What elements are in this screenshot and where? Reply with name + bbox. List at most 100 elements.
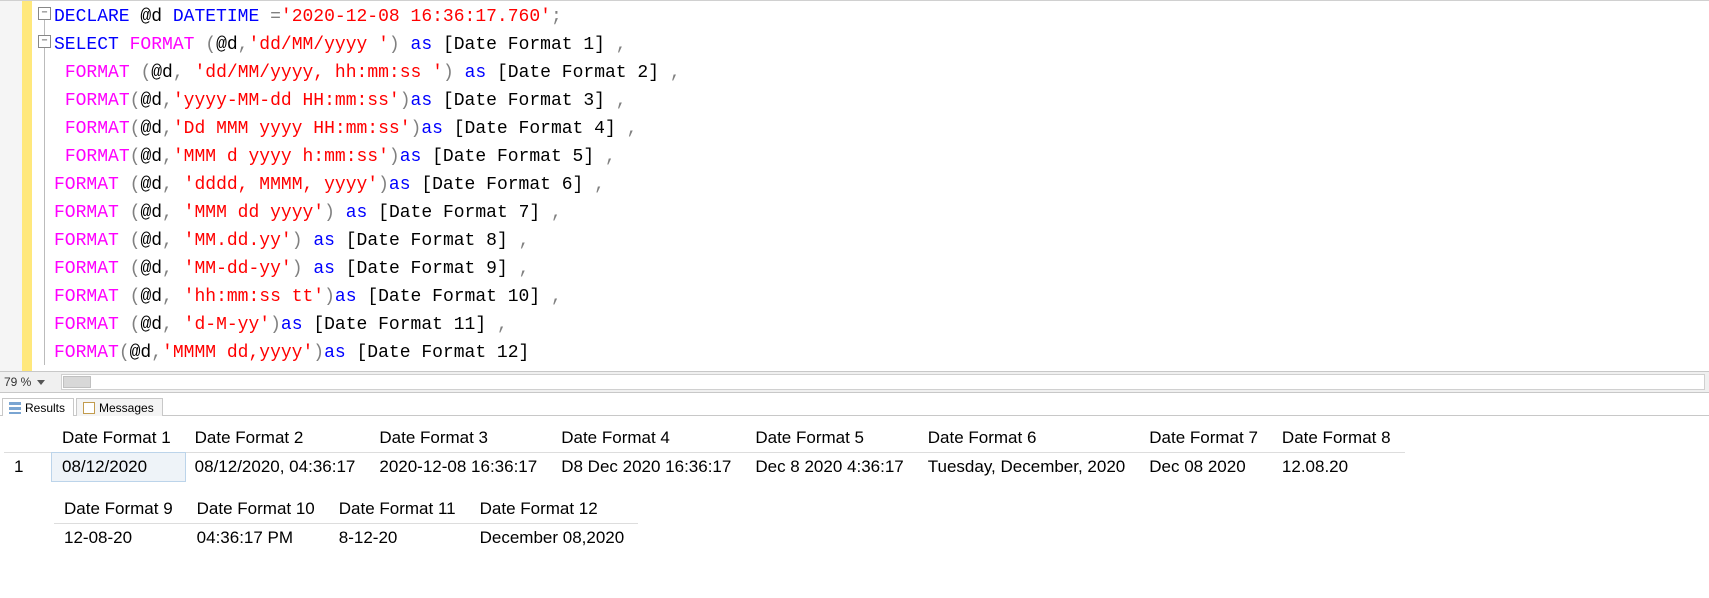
column-header[interactable]: Date Format 5 <box>745 424 917 453</box>
cell[interactable]: 12-08-20 <box>54 524 187 553</box>
code-token: ( <box>130 259 141 279</box>
code-token: ( <box>119 343 130 363</box>
code-token: ; <box>551 7 562 27</box>
cell[interactable]: 12.08.20 <box>1272 453 1405 482</box>
results-grid-1[interactable]: Date Format 1 Date Format 2 Date Format … <box>4 424 1405 481</box>
code-line[interactable]: FORMAT(@d,'Dd MMM yyyy HH:mm:ss')as [Dat… <box>54 115 1709 143</box>
code-token: @d <box>216 35 238 55</box>
column-header[interactable]: Date Format 2 <box>185 424 370 453</box>
code-token: ( <box>140 63 151 83</box>
code-token: ( <box>130 231 141 251</box>
code-token: ) <box>389 147 400 167</box>
code-token <box>173 287 184 307</box>
code-token <box>184 63 195 83</box>
code-token: ( <box>130 119 141 139</box>
code-line[interactable]: SELECT FORMAT (@d,'dd/MM/yyyy ') as [Dat… <box>54 31 1709 59</box>
code-token: @d <box>140 315 162 335</box>
code-token: = <box>270 7 281 27</box>
column-header[interactable]: Date Format 11 <box>329 495 470 524</box>
tab-results[interactable]: Results <box>2 398 74 416</box>
code-line[interactable]: DECLARE @d DATETIME ='2020-12-08 16:36:1… <box>54 3 1709 31</box>
fold-toggle-icon[interactable]: − <box>38 7 51 20</box>
column-header[interactable]: Date Format 3 <box>369 424 551 453</box>
code-token: , <box>616 35 627 55</box>
row-number[interactable]: 1 <box>4 453 52 482</box>
code-line[interactable]: FORMAT (@d, 'd-M-yy')as [Date Format 11]… <box>54 311 1709 339</box>
code-token: 'Dd MMM yyyy HH:mm:ss' <box>173 119 411 139</box>
code-token: as <box>335 287 357 307</box>
code-token: 'MM-dd-yy' <box>184 259 292 279</box>
cell[interactable]: Dec 08 2020 <box>1139 453 1272 482</box>
code-token <box>54 147 65 167</box>
editor-gutter: − − <box>0 1 54 371</box>
zoom-level[interactable]: 79 % <box>4 375 31 389</box>
code-token: ) <box>324 287 335 307</box>
code-token: ) <box>389 35 400 55</box>
code-token: ) <box>400 91 411 111</box>
code-line[interactable]: FORMAT (@d, 'hh:mm:ss tt')as [Date Forma… <box>54 283 1709 311</box>
tab-messages[interactable]: Messages <box>76 398 163 416</box>
column-header[interactable]: Date Format 1 <box>52 424 185 453</box>
code-token: ) <box>270 315 281 335</box>
code-token: [Date Format 7] <box>367 203 551 223</box>
column-header[interactable]: Date Format 9 <box>54 495 187 524</box>
table-row[interactable]: 1 08/12/2020 08/12/2020, 04:36:17 2020-1… <box>4 453 1405 482</box>
code-token: , <box>162 259 173 279</box>
chevron-down-icon[interactable] <box>37 380 45 385</box>
column-header[interactable]: Date Format 7 <box>1139 424 1272 453</box>
code-line[interactable]: FORMAT (@d, 'MMM dd yyyy') as [Date Form… <box>54 199 1709 227</box>
code-token: ( <box>130 91 141 111</box>
code-token: 'MM.dd.yy' <box>184 231 292 251</box>
results-grid-1-wrap[interactable]: Date Format 1 Date Format 2 Date Format … <box>0 416 1709 487</box>
fold-toggle-icon[interactable]: − <box>38 35 51 48</box>
code-token <box>173 203 184 223</box>
column-header[interactable]: Date Format 10 <box>187 495 329 524</box>
code-area[interactable]: DECLARE @d DATETIME ='2020-12-08 16:36:1… <box>54 1 1709 371</box>
code-line[interactable]: FORMAT (@d, 'MM.dd.yy') as [Date Format … <box>54 227 1709 255</box>
code-token: as <box>281 315 303 335</box>
code-line[interactable]: FORMAT (@d, 'dddd, MMMM, yyyy')as [Date … <box>54 171 1709 199</box>
code-token: ) <box>292 259 303 279</box>
code-token <box>119 287 130 307</box>
code-token: ( <box>130 175 141 195</box>
code-token: @d <box>151 63 173 83</box>
cell[interactable]: 8-12-20 <box>329 524 470 553</box>
code-token: DATETIME <box>173 7 259 27</box>
sql-editor[interactable]: − − DECLARE @d DATETIME ='2020-12-08 16:… <box>0 0 1709 371</box>
cell[interactable]: D8 Dec 2020 16:36:17 <box>551 453 745 482</box>
horizontal-scrollbar[interactable] <box>61 374 1705 390</box>
code-token: FORMAT <box>54 315 119 335</box>
code-token: , <box>551 203 562 223</box>
cell[interactable]: 04:36:17 PM <box>187 524 329 553</box>
code-token: DECLARE <box>54 7 130 27</box>
table-row[interactable]: 12-08-20 04:36:17 PM 8-12-20 December 08… <box>54 524 638 553</box>
code-token: @d <box>140 231 162 251</box>
cell[interactable]: Tuesday, December, 2020 <box>918 453 1140 482</box>
code-token: , <box>162 119 173 139</box>
column-header[interactable]: Date Format 6 <box>918 424 1140 453</box>
cell[interactable]: 08/12/2020 <box>52 453 185 482</box>
code-token: [Date Format 10] <box>357 287 551 307</box>
code-line[interactable]: FORMAT(@d,'MMMM dd,yyyy')as [Date Format… <box>54 339 1709 367</box>
code-line[interactable]: FORMAT(@d,'yyyy-MM-dd HH:mm:ss')as [Date… <box>54 87 1709 115</box>
code-token <box>400 35 411 55</box>
code-token: 'dd/MM/yyyy, hh:mm:ss ' <box>194 63 442 83</box>
code-token: , <box>519 259 530 279</box>
code-line[interactable]: FORMAT (@d, 'MM-dd-yy') as [Date Format … <box>54 255 1709 283</box>
code-token <box>259 7 270 27</box>
column-header[interactable]: Date Format 8 <box>1272 424 1405 453</box>
cell[interactable]: 2020-12-08 16:36:17 <box>369 453 551 482</box>
column-header[interactable]: Date Format 12 <box>470 495 639 524</box>
results-grid-2-wrap[interactable]: Date Format 9 Date Format 10 Date Format… <box>0 487 1709 558</box>
code-line[interactable]: FORMAT (@d, 'dd/MM/yyyy, hh:mm:ss ') as … <box>54 59 1709 87</box>
cell[interactable]: Dec 8 2020 4:36:17 <box>745 453 917 482</box>
code-token: , <box>162 203 173 223</box>
results-grid-2[interactable]: Date Format 9 Date Format 10 Date Format… <box>54 495 638 552</box>
cell[interactable]: 08/12/2020, 04:36:17 <box>185 453 370 482</box>
code-token: , <box>162 91 173 111</box>
column-header[interactable]: Date Format 4 <box>551 424 745 453</box>
code-token: 'yyyy-MM-dd HH:mm:ss' <box>173 91 400 111</box>
cell[interactable]: December 08,2020 <box>470 524 639 553</box>
code-token: as <box>421 119 443 139</box>
code-line[interactable]: FORMAT(@d,'MMM d yyyy h:mm:ss')as [Date … <box>54 143 1709 171</box>
